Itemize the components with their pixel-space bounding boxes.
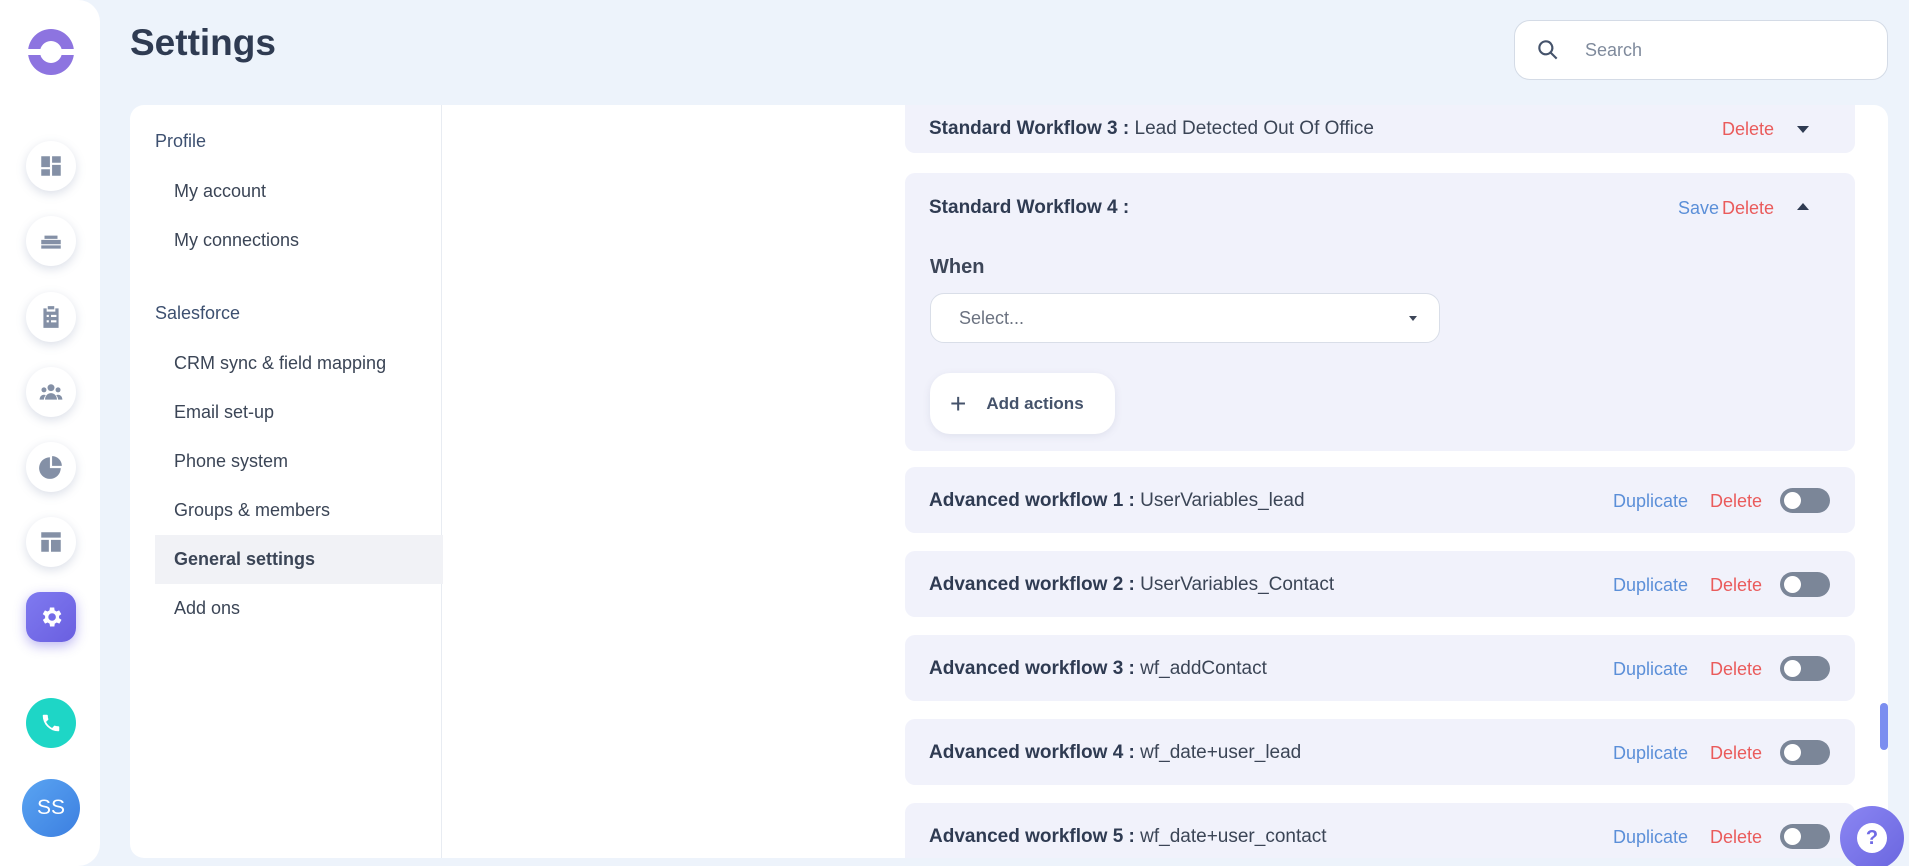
page-title: Settings (130, 22, 276, 63)
nav-item-phone-system[interactable]: Phone system (155, 437, 443, 486)
workflow-name: Advanced workflow 1 : (929, 490, 1135, 511)
add-actions-button[interactable]: + Add actions (930, 373, 1115, 434)
add-actions-label: Add actions (986, 393, 1084, 413)
workflow-value: UserVariables_Contact (1140, 574, 1335, 595)
help-button[interactable]: ? (1840, 806, 1904, 866)
team-icon[interactable] (26, 367, 76, 417)
delete-button[interactable]: Delete (1710, 827, 1762, 848)
when-label: When (930, 256, 985, 278)
nav-item-my-account[interactable]: My account (155, 167, 443, 216)
nav-item-email-setup[interactable]: Email set-up (155, 388, 443, 437)
layout-icon[interactable] (26, 517, 76, 567)
workflow-title: Advanced workflow 3 : wf_addContact (929, 658, 1267, 680)
settings-panel: Profile My account My connections Salesf… (130, 105, 1888, 858)
standard-workflow-expanded: Standard Workflow 4 : Save Delete When S… (905, 173, 1855, 451)
workflow-value: wf_date+user_contact (1140, 826, 1327, 847)
advanced-workflow-row: Advanced workflow 3 : wf_addContact Dupl… (905, 635, 1855, 701)
dropdown-caret-icon (1409, 316, 1417, 321)
chevron-down-icon[interactable] (1797, 126, 1809, 133)
delete-button[interactable]: Delete (1710, 575, 1762, 596)
duplicate-button[interactable]: Duplicate (1613, 743, 1688, 764)
nav-item-groups-members[interactable]: Groups & members (155, 486, 443, 535)
advanced-workflow-row: Advanced workflow 5 : wf_date+user_conta… (905, 803, 1855, 858)
delete-button[interactable]: Delete (1722, 198, 1774, 219)
workflow-value: wf_date+user_lead (1140, 742, 1302, 763)
sidebar-rail: SS (0, 0, 100, 866)
duplicate-button[interactable]: Duplicate (1613, 659, 1688, 680)
workflow-toggle[interactable] (1780, 824, 1830, 849)
nav-section-profile: Profile (155, 131, 207, 151)
workflow-name: Advanced workflow 3 : (929, 658, 1135, 679)
workflow-title: Standard Workflow 4 : (929, 197, 1129, 219)
workflow-name: Advanced workflow 2 : (929, 574, 1135, 595)
workflow-title: Standard Workflow 3 : Lead Detected Out … (929, 118, 1374, 140)
workflow-toggle[interactable] (1780, 572, 1830, 597)
app-logo (28, 29, 74, 75)
scrollbar-thumb[interactable] (1880, 703, 1888, 750)
workflow-value: UserVariables_lead (1140, 490, 1305, 511)
workflow-toggle[interactable] (1780, 740, 1830, 765)
search-input[interactable] (1585, 39, 1865, 61)
workflow-title: Advanced workflow 5 : wf_date+user_conta… (929, 826, 1327, 848)
standard-workflow-row: Standard Workflow 3 : Lead Detected Out … (905, 105, 1855, 153)
trigger-select[interactable]: Select... (930, 293, 1440, 343)
delete-button[interactable]: Delete (1710, 491, 1762, 512)
workflow-toggle[interactable] (1780, 488, 1830, 513)
save-button[interactable]: Save (1678, 198, 1719, 219)
workflow-title: Advanced workflow 4 : wf_date+user_lead (929, 742, 1301, 764)
gear-icon[interactable] (26, 592, 76, 642)
clipboard-icon[interactable] (26, 292, 76, 342)
workflow-toggle[interactable] (1780, 656, 1830, 681)
workflow-title: Advanced workflow 1 : UserVariables_lead (929, 490, 1305, 512)
advanced-workflow-row: Advanced workflow 1 : UserVariables_lead… (905, 467, 1855, 533)
delete-button[interactable]: Delete (1710, 659, 1762, 680)
delete-button[interactable]: Delete (1710, 743, 1762, 764)
nav-item-general-settings[interactable]: General settings (155, 535, 443, 584)
search-box[interactable] (1514, 20, 1888, 80)
workflow-name: Advanced workflow 5 : (929, 826, 1135, 847)
pie-chart-icon[interactable] (26, 442, 76, 492)
nav-item-crm-sync[interactable]: CRM sync & field mapping (155, 339, 443, 388)
layers-icon[interactable] (26, 216, 76, 266)
plus-icon: + (950, 387, 967, 419)
dashboard-icon[interactable] (26, 141, 76, 191)
nav-section-salesforce: Salesforce (155, 303, 241, 323)
duplicate-button[interactable]: Duplicate (1613, 575, 1688, 596)
advanced-workflow-row: Advanced workflow 4 : wf_date+user_lead … (905, 719, 1855, 785)
workflow-name: Standard Workflow 4 : (929, 197, 1130, 218)
avatar[interactable]: SS (22, 779, 80, 837)
phone-icon[interactable] (26, 698, 76, 748)
workflow-value: Lead Detected Out Of Office (1134, 118, 1374, 139)
delete-button[interactable]: Delete (1722, 119, 1774, 140)
duplicate-button[interactable]: Duplicate (1613, 491, 1688, 512)
workflow-title: Advanced workflow 2 : UserVariables_Cont… (929, 574, 1334, 596)
question-icon: ? (1857, 823, 1887, 853)
workflow-name: Advanced workflow 4 : (929, 742, 1135, 763)
workflow-name: Standard Workflow 3 : (929, 118, 1130, 139)
select-placeholder: Select... (959, 307, 1025, 328)
workflow-value: wf_addContact (1140, 658, 1267, 679)
duplicate-button[interactable]: Duplicate (1613, 827, 1688, 848)
settings-nav: Profile My account My connections Salesf… (130, 105, 443, 858)
nav-item-add-ons[interactable]: Add ons (155, 584, 443, 633)
nav-item-my-connections[interactable]: My connections (155, 216, 443, 265)
advanced-workflow-row: Advanced workflow 2 : UserVariables_Cont… (905, 551, 1855, 617)
search-icon (1538, 40, 1558, 60)
chevron-up-icon[interactable] (1797, 203, 1809, 210)
